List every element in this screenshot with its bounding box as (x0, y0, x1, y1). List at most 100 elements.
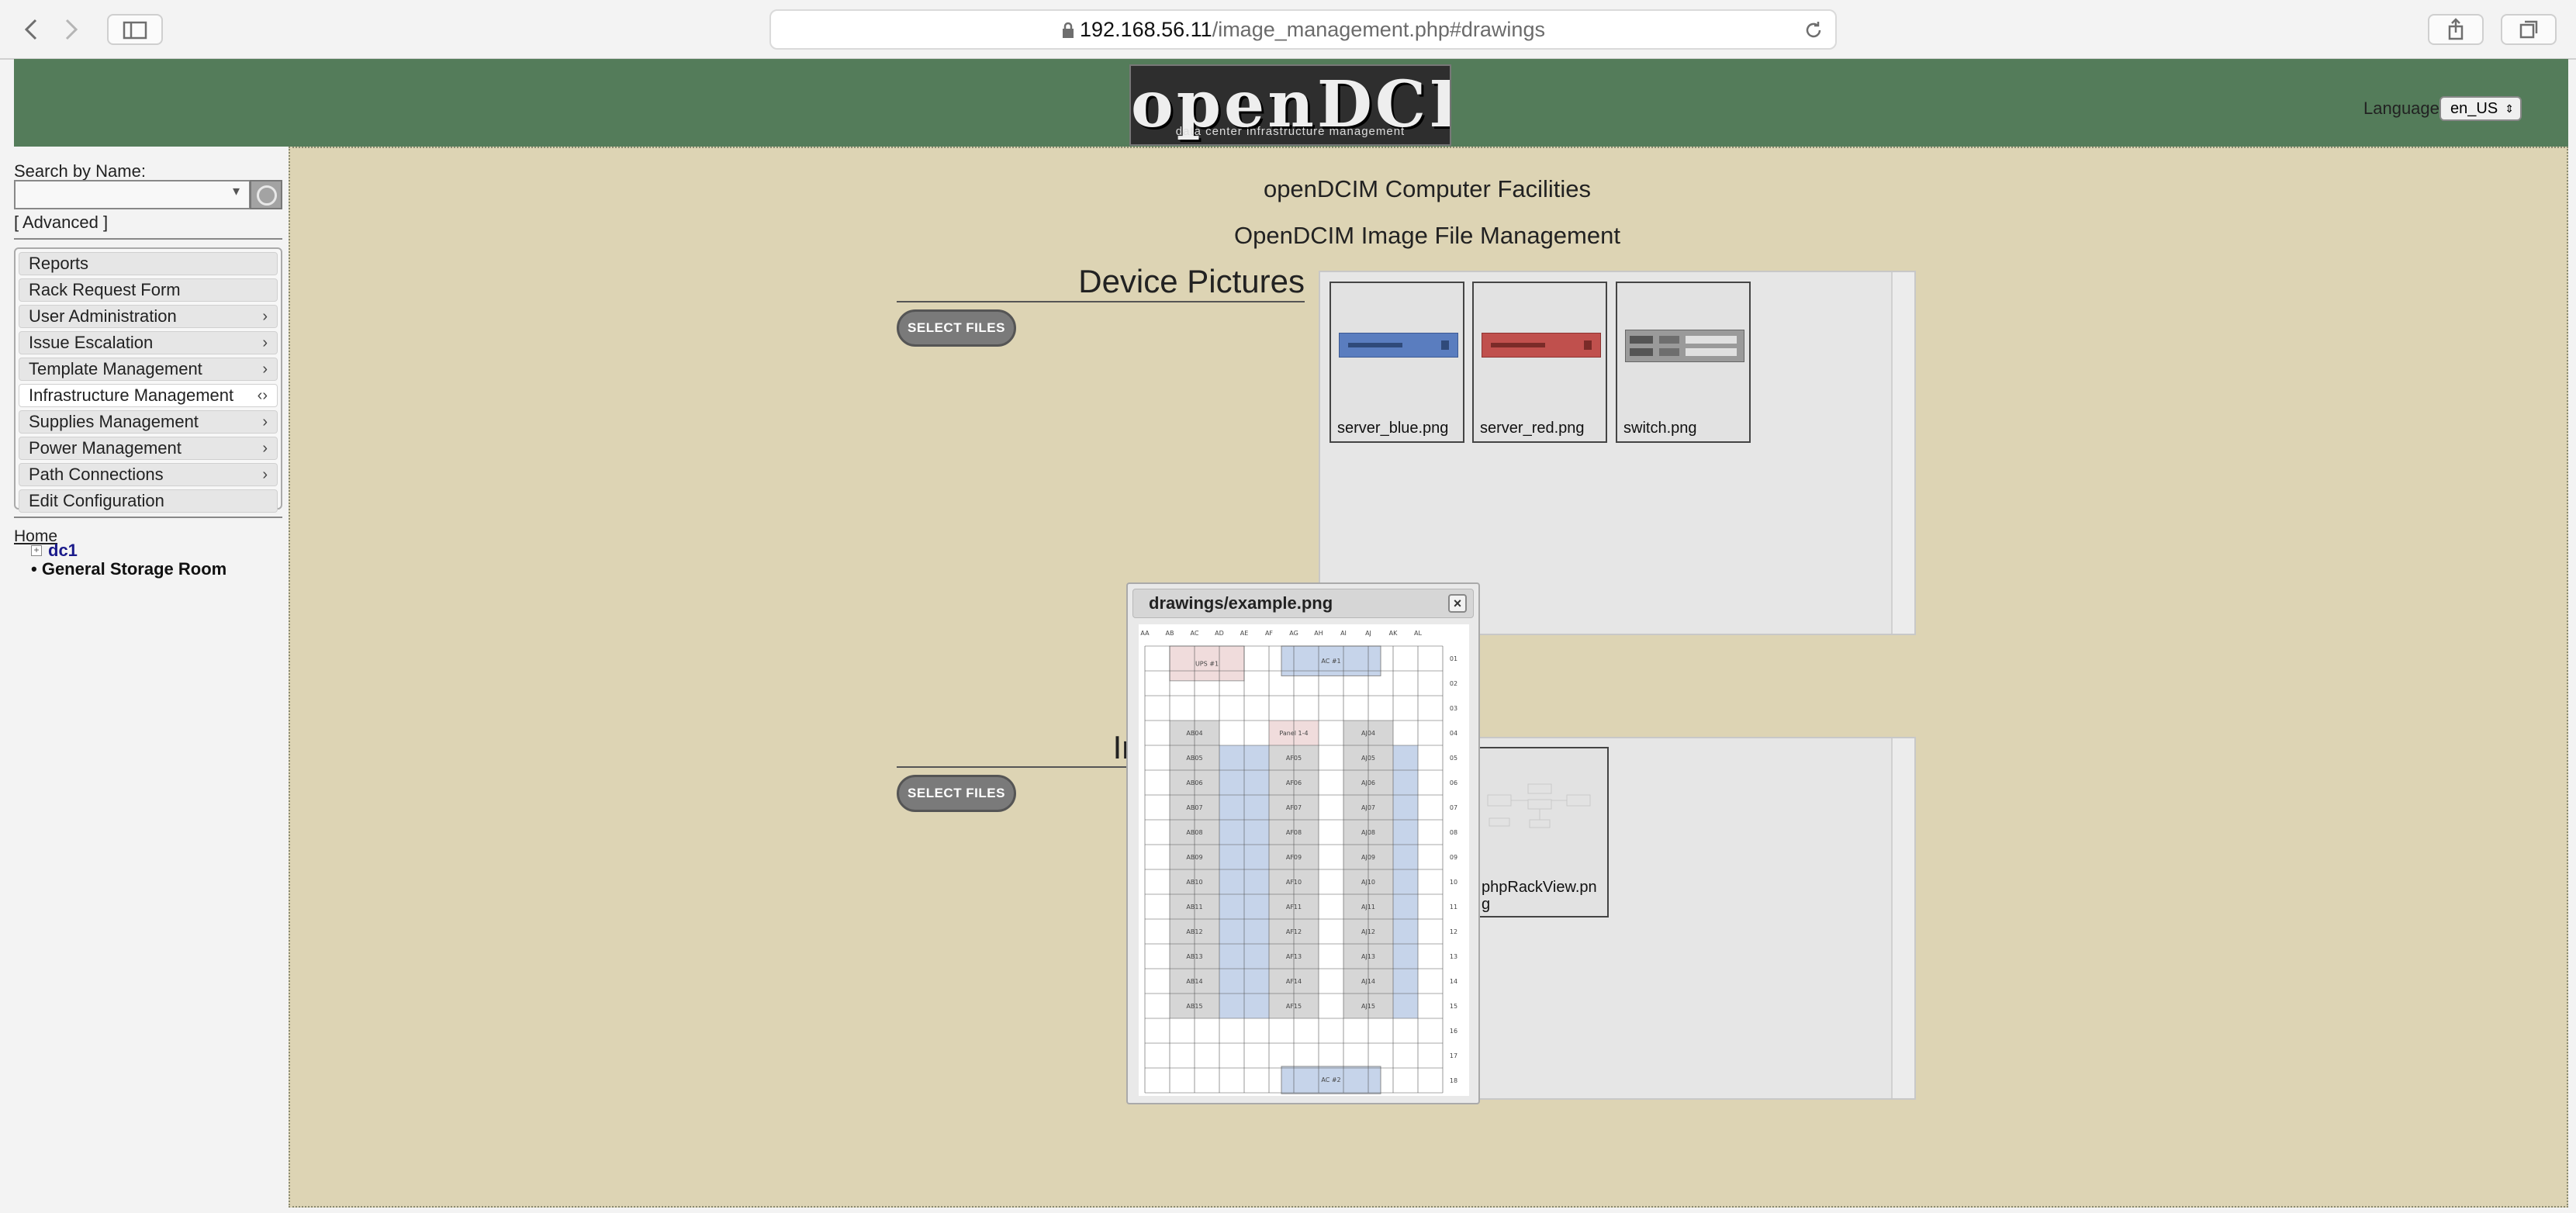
image-preview-dialog: drawings/example.png × AA AB AC AD AE AF AG AH A… (1126, 582, 1480, 1104)
column-label: AF (1265, 630, 1273, 637)
divider (14, 517, 282, 518)
image-thumb-server-red[interactable]: server_red.png (1472, 282, 1607, 443)
filename-line-2: g (1482, 896, 1491, 913)
search-label: Search by Name: (14, 161, 146, 181)
image-thumb-switch[interactable]: switch.png (1616, 282, 1751, 443)
menu-item-label: Edit Configuration (29, 491, 164, 510)
menu-item-issue-escalation[interactable]: Issue Escalation › (19, 331, 278, 354)
dialog-titlebar[interactable]: drawings/example.png × (1132, 589, 1474, 618)
address-bar[interactable]: 192.168.56.11/image_management.php#drawi… (769, 9, 1837, 50)
rack-label: AF15 (1286, 1003, 1302, 1010)
share-button[interactable] (2428, 14, 2484, 45)
rack-label: AJ10 (1361, 879, 1375, 886)
rack-label: AJ13 (1361, 953, 1375, 960)
row-label: 02 (1450, 680, 1457, 687)
chevron-expand-icon: ‹› (257, 387, 268, 404)
rack-label: AB13 (1186, 953, 1202, 960)
chevron-right-icon: › (262, 361, 268, 378)
rack-label: AF14 (1286, 978, 1302, 985)
back-button[interactable] (17, 14, 48, 45)
image-thumb-server-blue[interactable]: server_blue.png (1329, 282, 1464, 443)
rack-label: AB08 (1186, 829, 1202, 836)
tabs-button[interactable] (2501, 14, 2557, 45)
tree-item-dc1[interactable]: dc1 (48, 541, 78, 561)
menu-item-infrastructure-management[interactable]: Infrastructure Management ‹› (19, 384, 278, 407)
menu-item-user-administration[interactable]: User Administration › (19, 305, 278, 328)
forward-button[interactable] (54, 14, 85, 45)
row-label: 14 (1450, 978, 1457, 985)
server-red-image (1482, 333, 1601, 358)
row-label: 06 (1450, 779, 1457, 786)
reload-icon[interactable] (1803, 19, 1824, 41)
column-label: AB (1166, 630, 1174, 637)
page-title: OpenDCIM Image File Management (1234, 222, 1620, 249)
rack-label: AF10 (1286, 879, 1302, 886)
menu-item-power-management[interactable]: Power Management › (19, 437, 278, 460)
row-label: 18 (1450, 1077, 1457, 1084)
search-input[interactable]: ▾ (14, 180, 251, 209)
menu-item-path-connections[interactable]: Path Connections › (19, 463, 278, 486)
rack-label: AF13 (1286, 953, 1302, 960)
room-label: General Storage Room (41, 559, 227, 579)
rack-label: AB06 (1186, 779, 1202, 786)
language-select[interactable]: en_US ⇕ (2439, 96, 2522, 121)
expand-icon[interactable]: + (31, 545, 42, 556)
menu-item-rack-request-form[interactable]: Rack Request Form (19, 278, 278, 302)
rack-label: AB09 (1186, 854, 1202, 861)
share-icon (2448, 18, 2464, 40)
sidebar-toggle-button[interactable] (107, 14, 163, 45)
language-value: en_US (2450, 100, 2498, 117)
rack-label: AF09 (1286, 854, 1302, 861)
select-files-button-infrastructure[interactable]: SELECT FILES (897, 775, 1016, 812)
search-icon (257, 185, 277, 206)
rack-label: AF05 (1286, 755, 1302, 762)
tree-item-room[interactable]: • General Storage Room (31, 559, 226, 579)
opendcim-logo[interactable]: openDCIM data center infrastructure mana… (1129, 64, 1451, 146)
filename-line-1: phpRackView.pn (1482, 879, 1597, 896)
rack-label: AJ09 (1361, 854, 1375, 861)
rack-label: AB07 (1186, 804, 1202, 811)
menu-item-label: Reports (29, 254, 89, 273)
rack-label: AF11 (1286, 904, 1302, 911)
back-icon (24, 19, 37, 40)
ups-label: UPS #1 (1195, 660, 1219, 667)
rack-label: AJ06 (1361, 779, 1375, 786)
tabs-icon (2519, 20, 2538, 39)
column-label: AE (1240, 630, 1249, 637)
url-path: /image_management.php#drawings (1212, 18, 1545, 41)
language-label: Language (2363, 98, 2439, 118)
menu-item-label: Template Management (29, 359, 202, 378)
search-button[interactable] (250, 180, 282, 209)
menu-item-supplies-management[interactable]: Supplies Management › (19, 410, 278, 434)
forward-icon (65, 19, 78, 40)
menu-item-label: Power Management (29, 438, 182, 458)
menu-item-label: User Administration (29, 306, 177, 326)
floor-plan-drawing: AA AB AC AD AE AF AG AH AI AJ AK AL 01 02 03 04 05 06 07 08… (1139, 624, 1469, 1096)
rack-label: AJ07 (1361, 804, 1375, 811)
cold-aisle (1393, 745, 1418, 1018)
image-filename: server_blue.png (1337, 420, 1449, 437)
row-label: 10 (1450, 879, 1457, 886)
gallery-scrollbar[interactable] (1891, 738, 1914, 1098)
select-files-button-device[interactable]: SELECT FILES (897, 309, 1016, 347)
chevron-right-icon: › (262, 334, 268, 351)
column-label: AL (1414, 630, 1422, 637)
logo-subtext: data center infrastructure management (1175, 125, 1406, 138)
rack-label: AJ11 (1361, 904, 1375, 911)
switch-image (1625, 330, 1744, 362)
row-label: 15 (1450, 1003, 1457, 1010)
advanced-search-link[interactable]: [ Advanced ] (14, 213, 108, 233)
menu-item-reports[interactable]: Reports (19, 252, 278, 275)
image-filename: phpRackView.pn g (1482, 879, 1597, 913)
row-label: 04 (1450, 730, 1457, 737)
close-icon[interactable]: × (1448, 594, 1467, 613)
menu-item-template-management[interactable]: Template Management › (19, 358, 278, 381)
row-label: 16 (1450, 1028, 1457, 1035)
image-thumb-phprackview[interactable]: phpRackView.pn g (1474, 747, 1609, 918)
gallery-scrollbar[interactable] (1891, 272, 1914, 634)
menu-item-label: Rack Request Form (29, 280, 181, 299)
menu-item-edit-configuration[interactable]: Edit Configuration (19, 489, 278, 513)
row-label: 09 (1450, 854, 1457, 861)
chevron-right-icon: › (262, 440, 268, 457)
section-divider (897, 301, 1305, 302)
